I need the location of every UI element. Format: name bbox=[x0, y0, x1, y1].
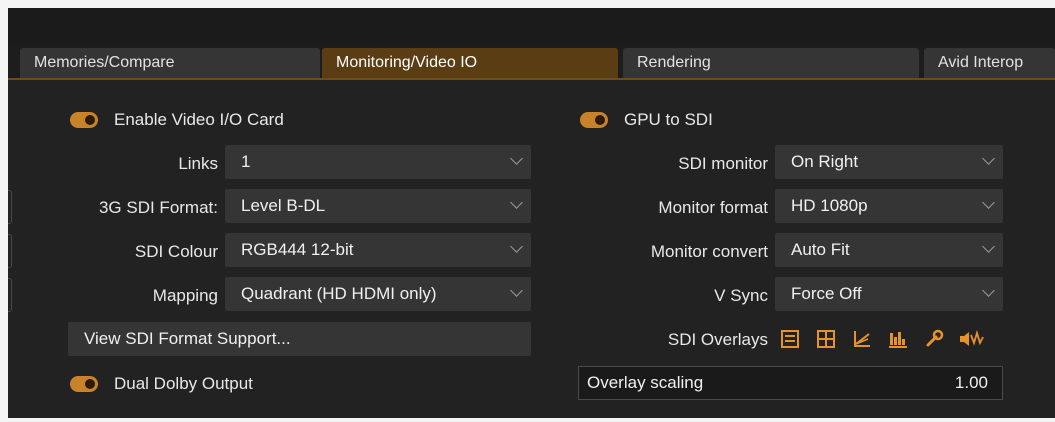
dual-dolby-label: Dual Dolby Output bbox=[114, 374, 253, 393]
chevron-down-icon bbox=[510, 284, 523, 297]
sdi-monitor-value: On Right bbox=[791, 152, 859, 171]
monitor-convert-label: Monitor convert bbox=[650, 242, 768, 261]
sdi-format-label: 3G SDI Format: bbox=[98, 198, 218, 217]
dual-dolby-toggle[interactable] bbox=[70, 376, 98, 392]
left-edge-control bbox=[8, 234, 12, 268]
links-select[interactable]: 1 bbox=[225, 145, 531, 179]
audio-overlay-icon[interactable] bbox=[958, 329, 984, 349]
v-sync-label: V Sync bbox=[714, 286, 768, 305]
monitor-convert-select[interactable]: Auto Fit bbox=[775, 233, 1003, 267]
tab-monitoring-video-io[interactable]: Monitoring/Video IO bbox=[322, 48, 618, 78]
chevron-down-icon bbox=[510, 240, 523, 253]
left-edge-control bbox=[8, 278, 12, 312]
overlay-scaling-label: Overlay scaling bbox=[587, 373, 704, 392]
mapping-value: Quadrant (HD HDMI only) bbox=[241, 284, 437, 303]
list-overlay-icon[interactable] bbox=[780, 329, 800, 349]
histogram-overlay-icon[interactable] bbox=[888, 329, 908, 349]
sdi-monitor-label: SDI monitor bbox=[678, 154, 768, 173]
chevron-down-icon bbox=[510, 152, 523, 165]
v-sync-value: Force Off bbox=[791, 284, 862, 303]
tab-memories-compare[interactable]: Memories/Compare bbox=[20, 48, 320, 78]
sdi-overlays-label: SDI Overlays bbox=[667, 330, 768, 349]
enable-video-io-toggle[interactable] bbox=[70, 112, 98, 128]
monitor-format-select[interactable]: HD 1080p bbox=[775, 189, 1003, 223]
overlay-scaling-value: 1.00 bbox=[954, 373, 988, 392]
scope-overlay-icon[interactable] bbox=[852, 329, 872, 349]
chevron-down-icon bbox=[982, 152, 995, 165]
chevron-down-icon bbox=[510, 196, 523, 209]
v-sync-select[interactable]: Force Off bbox=[775, 277, 1003, 311]
monitor-format-label: Monitor format bbox=[658, 198, 768, 217]
sdi-colour-label: SDI Colour bbox=[134, 242, 218, 261]
view-sdi-format-support-button[interactable]: View SDI Format Support... bbox=[68, 322, 531, 356]
sdi-colour-select[interactable]: RGB444 12-bit bbox=[225, 233, 531, 267]
wrench-overlay-icon[interactable] bbox=[924, 329, 944, 349]
tab-avid-interop[interactable]: Avid Interop bbox=[924, 48, 1055, 78]
title-band bbox=[8, 8, 1055, 46]
monitor-convert-value: Auto Fit bbox=[791, 240, 850, 259]
tab-rendering[interactable]: Rendering bbox=[623, 48, 919, 78]
monitor-format-value: HD 1080p bbox=[791, 196, 868, 215]
chevron-down-icon bbox=[982, 240, 995, 253]
links-label: Links bbox=[178, 154, 218, 173]
overlay-scaling-field[interactable]: Overlay scaling 1.00 bbox=[578, 366, 1003, 400]
sdi-colour-value: RGB444 12-bit bbox=[241, 240, 354, 259]
enable-video-io-label: Enable Video I/O Card bbox=[114, 110, 284, 129]
chevron-down-icon bbox=[982, 284, 995, 297]
chevron-down-icon bbox=[982, 196, 995, 209]
mapping-label: Mapping bbox=[152, 286, 218, 305]
sdi-monitor-select[interactable]: On Right bbox=[775, 145, 1003, 179]
grid-overlay-icon[interactable] bbox=[816, 329, 836, 349]
gpu-to-sdi-toggle[interactable] bbox=[580, 112, 608, 128]
sdi-format-select[interactable]: Level B-DL bbox=[225, 189, 531, 223]
left-edge-control bbox=[8, 190, 12, 224]
mapping-select[interactable]: Quadrant (HD HDMI only) bbox=[225, 277, 531, 311]
links-value: 1 bbox=[241, 152, 251, 171]
gpu-to-sdi-label: GPU to SDI bbox=[624, 110, 713, 129]
preferences-window: Memories/Compare Monitoring/Video IO Ren… bbox=[8, 8, 1055, 418]
sdi-format-value: Level B-DL bbox=[241, 196, 326, 215]
